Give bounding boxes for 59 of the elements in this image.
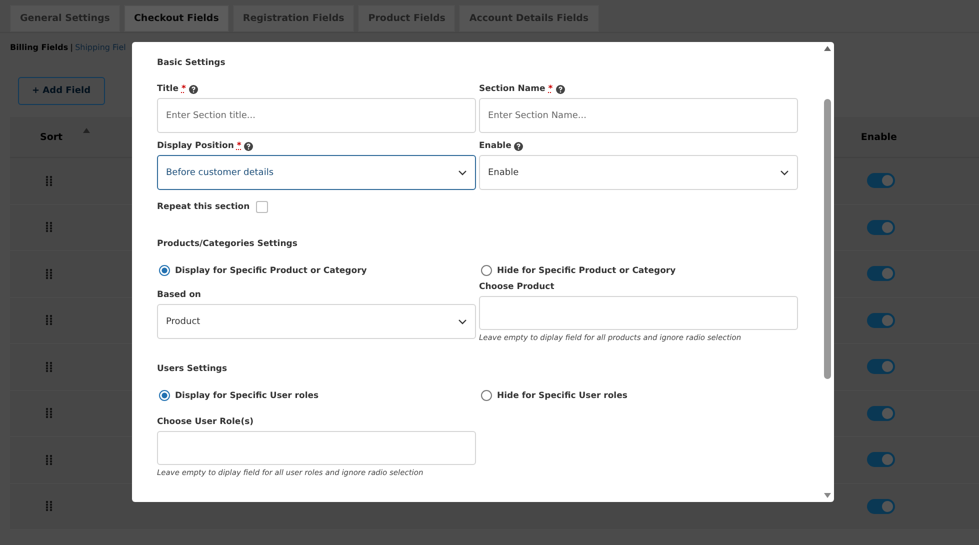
- enable-toggle[interactable]: [867, 359, 895, 374]
- help-icon[interactable]: [188, 84, 198, 94]
- field-label: Title: [157, 84, 178, 94]
- field-label: Choose User Role(s): [157, 417, 254, 427]
- column-header[interactable]: Sort: [40, 132, 90, 142]
- text-input[interactable]: Enter Section title...: [157, 98, 476, 133]
- drag-handle-icon[interactable]: [46, 268, 52, 279]
- select-dropdown[interactable]: Before customer details: [157, 155, 476, 190]
- add-field-button[interactable]: + Add Field: [18, 77, 105, 105]
- radio-option[interactable]: Hide for Specific Product or Category: [479, 265, 801, 276]
- section-link[interactable]: Billing Fields: [10, 43, 68, 52]
- enable-toggle[interactable]: [867, 498, 895, 514]
- section-heading: Products/Categories Settings: [157, 239, 298, 249]
- drag-handle-icon[interactable]: [46, 454, 52, 465]
- select-dropdown[interactable]: Enable: [479, 155, 798, 190]
- field-label: Display Position: [157, 141, 234, 151]
- required-mark: *: [236, 141, 242, 151]
- field-label: Enable: [479, 141, 512, 151]
- field-label: Choose Product: [479, 282, 554, 292]
- text-input[interactable]: Enter Section Name...: [479, 98, 798, 133]
- enable-toggle[interactable]: [867, 220, 895, 235]
- help-icon[interactable]: [514, 142, 524, 150]
- enable-toggle[interactable]: [867, 406, 895, 421]
- drag-handle-icon[interactable]: [46, 222, 52, 232]
- settings-tab[interactable]: Checkout Fields: [124, 5, 229, 32]
- radio-option[interactable]: Display for Specific Product or Category: [157, 265, 479, 276]
- section-heading: Basic Settings: [157, 58, 226, 68]
- drag-handle-icon[interactable]: [46, 176, 52, 186]
- enable-toggle[interactable]: [867, 312, 895, 328]
- user-role-input[interactable]: [157, 431, 476, 465]
- scroll-up-icon[interactable]: [824, 46, 830, 51]
- required-mark: *: [548, 84, 553, 94]
- sort-arrow-icon: [82, 128, 90, 132]
- help-icon[interactable]: [556, 84, 565, 94]
- separator-text: |: [70, 43, 74, 52]
- enable-toggle[interactable]: [867, 173, 895, 188]
- column-header[interactable]: Enable: [860, 132, 897, 142]
- field-label: Section Name: [479, 84, 546, 94]
- chevron-down-icon: [458, 170, 467, 176]
- chevron-down-icon: [780, 170, 789, 176]
- required-mark: *: [181, 84, 186, 94]
- drag-handle-icon[interactable]: [46, 315, 52, 326]
- repeat-checkbox[interactable]: [256, 201, 268, 213]
- section-link[interactable]: Shipping Fiel: [75, 43, 126, 52]
- enable-toggle[interactable]: [867, 266, 895, 282]
- product-input[interactable]: [479, 296, 798, 330]
- chevron-down-icon: [458, 318, 467, 324]
- radio-option[interactable]: Display for Specific User roles: [157, 390, 479, 401]
- section-heading: Users Settings: [157, 364, 228, 374]
- radio-option[interactable]: Hide for Specific User roles: [479, 390, 801, 401]
- scroll-down-icon[interactable]: [824, 493, 830, 498]
- drag-handle-icon[interactable]: [46, 501, 52, 512]
- select-dropdown[interactable]: Product: [157, 304, 476, 339]
- drag-handle-icon[interactable]: [46, 408, 52, 418]
- field-label: Based on: [157, 290, 201, 300]
- enable-toggle[interactable]: [867, 452, 895, 468]
- drag-handle-icon[interactable]: [46, 362, 52, 372]
- help-icon[interactable]: [244, 142, 254, 150]
- checkbox-label: Repeat this section: [157, 202, 250, 212]
